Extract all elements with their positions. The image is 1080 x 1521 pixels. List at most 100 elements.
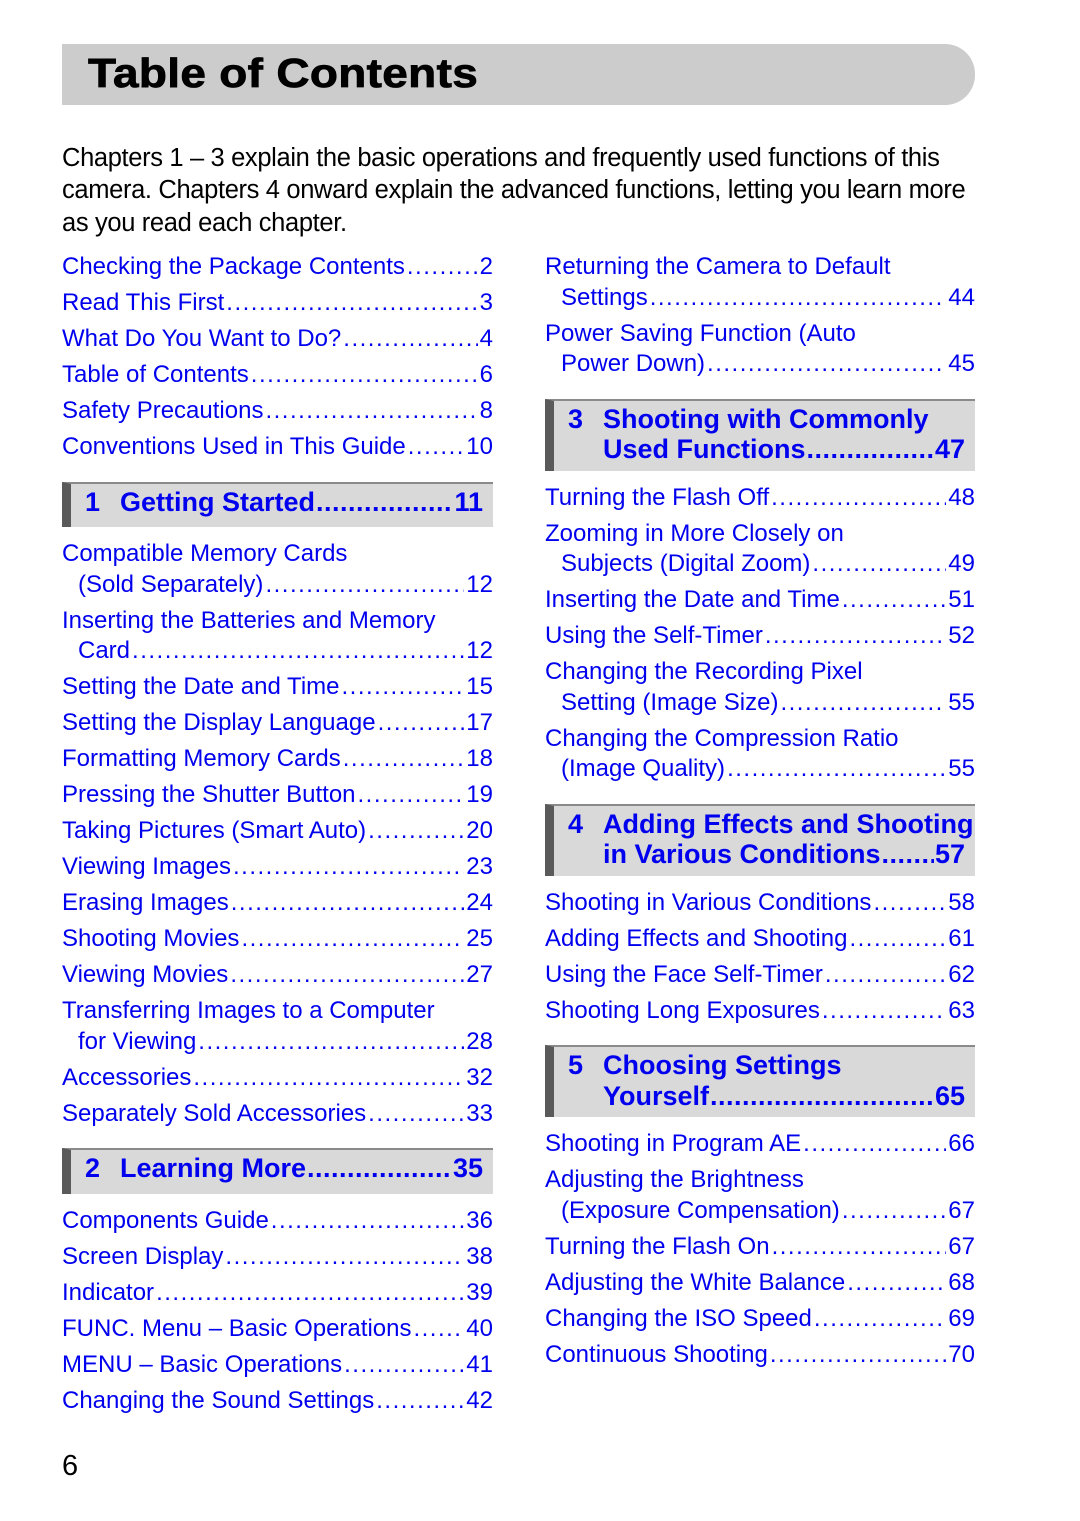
toc-entry-using-the-self-timer[interactable]: Using the Self-Timer 52 [545, 621, 975, 652]
toc-entry-shooting-long-exposures[interactable]: Shooting Long Exposures 63 [545, 996, 975, 1027]
toc-entry-menu-basic-operations[interactable]: MENU – Basic Operations 41 [62, 1350, 493, 1381]
toc-entry-changing-the-recording-pixel-setting-image-size[interactable]: Changing the Recording Pixel Setting (Ima… [545, 657, 975, 718]
toc-entry-shooting-in-program-ae[interactable]: Shooting in Program AE 66 [545, 1129, 975, 1160]
toc-entry-shooting-movies[interactable]: Shooting Movies 25 [62, 924, 493, 955]
toc-entry-inserting-the-batteries-and-memory-card[interactable]: Inserting the Batteries and Memory Card 12 [62, 606, 493, 667]
toc-entry-transferring-images-to-a-computer-for-viewing[interactable]: Transferring Images to a Computer for Vie… [62, 996, 493, 1057]
dot-leader [812, 549, 946, 580]
toc-entry-erasing-images[interactable]: Erasing Images 24 [62, 888, 493, 919]
toc-entry-safety-precautions[interactable]: Safety Precautions 8 [62, 396, 493, 427]
chapter-title: Used Functions [603, 434, 806, 464]
toc-entry-setting-the-display-language[interactable]: Setting the Display Language 17 [62, 708, 493, 739]
toc-entry-zooming-in-more-closely-on-subjects-digital-zoom[interactable]: Zooming in More Closely on Subjects (Digi… [545, 519, 975, 580]
toc-entry-line: Conventions Used in This Guide 10 [62, 432, 493, 463]
dot-leader [408, 432, 465, 463]
toc-entry-changing-the-compression-ratio-image-quality[interactable]: Changing the Compression Ratio (Image Qua… [545, 724, 975, 785]
toc-entry-read-this-first[interactable]: Read This First 3 [62, 288, 493, 319]
chapter-header-1[interactable]: 1 Getting Started 11 [62, 481, 493, 527]
dot-leader [343, 744, 465, 775]
toc-entry-line: Power Down) 45 [545, 349, 975, 380]
chapter-header-3[interactable]: 3 Shooting with CommonlyUsed Functions 47 [545, 398, 975, 471]
toc-entry-line: Changing the Compression Ratio [545, 724, 975, 755]
chapter-title: Yourself [603, 1080, 710, 1111]
toc-entry-using-the-face-self-timer[interactable]: Using the Face Self-Timer 62 [545, 960, 975, 991]
toc-entry-viewing-images[interactable]: Viewing Images 23 [62, 852, 493, 883]
toc-entry-title: Read This First [62, 289, 225, 316]
toc-entry-title: Shooting Movies [62, 925, 240, 952]
dot-leader [265, 570, 464, 601]
toc-page-number: 51 [948, 586, 975, 613]
toc-entry-separately-sold-accessories[interactable]: Separately Sold Accessories 33 [62, 1099, 493, 1130]
toc-entry-line: Turning the Flash On 67 [545, 1232, 975, 1263]
chapter-header-5[interactable]: 5 Choosing SettingsYourself 65 [545, 1045, 975, 1117]
toc-entry-screen-display[interactable]: Screen Display 38 [62, 1242, 493, 1273]
toc-entry-shooting-in-various-conditions[interactable]: Shooting in Various Conditions 58 [545, 888, 975, 919]
toc-entry-adjusting-the-brightness-exposure-compensation[interactable]: Adjusting the Brightness (Exposure Compen… [545, 1165, 975, 1226]
toc-entry-turning-the-flash-off[interactable]: Turning the Flash Off 48 [545, 483, 975, 514]
toc-entry-title: Shooting in Program AE [545, 1130, 802, 1157]
dot-leader [765, 621, 946, 652]
toc-entry-title: Screen Display [62, 1242, 224, 1270]
toc-entry-title: Setting the Display Language [62, 709, 376, 736]
toc-entry-title: Erasing Images [62, 889, 229, 916]
toc-entry-title: Changing the Compression Ratio [545, 724, 899, 752]
chapter-title-line: Learning More 35 [120, 1153, 483, 1184]
toc-page-number: 63 [948, 996, 975, 1024]
toc-entry-title: Subjects (Digital Zoom) [561, 550, 811, 577]
toc-entry-line: Separately Sold Accessories 33 [62, 1099, 493, 1130]
toc-entry-compatible-memory-cards-sold-separately[interactable]: Compatible Memory Cards (Sold Separately)… [62, 539, 493, 600]
toc-page-number: 52 [948, 622, 975, 649]
toc-entry-changing-the-sound-settings[interactable]: Changing the Sound Settings 42 [62, 1386, 493, 1417]
toc-entry-adding-effects-and-shooting[interactable]: Adding Effects and Shooting 61 [545, 924, 975, 955]
toc-entry-viewing-movies[interactable]: Viewing Movies 27 [62, 960, 493, 991]
toc-entry-title: Accessories [62, 1063, 192, 1091]
toc-entry-line: Returning the Camera to Default [545, 252, 975, 283]
toc-entry-adjusting-the-white-balance[interactable]: Adjusting the White Balance 68 [545, 1268, 975, 1299]
chapter-title-line: Getting Started 11 [120, 487, 483, 518]
toc-entry-line: Screen Display 38 [62, 1242, 493, 1273]
toc-entry-line: Inserting the Date and Time 51 [545, 585, 975, 616]
toc-entry-title: Turning the Flash On [545, 1232, 770, 1260]
dot-leader [225, 1242, 464, 1273]
toc-entry-title: Continuous Shooting [545, 1340, 768, 1368]
dot-leader [873, 888, 946, 919]
toc-entry-title: Shooting in Various Conditions [545, 888, 872, 916]
toc-entry-line: Setting the Date and Time 15 [62, 672, 493, 703]
toc-entry-title: Table of Contents [62, 361, 249, 388]
toc-entry-pressing-the-shutter-button[interactable]: Pressing the Shutter Button 19 [62, 780, 493, 811]
chapter-header-2[interactable]: 2 Learning More 35 [62, 1148, 493, 1194]
dot-leader [271, 1206, 465, 1237]
toc-entry-checking-the-package-contents[interactable]: Checking the Package Contents 2 [62, 252, 493, 283]
toc-entry-table-of-contents[interactable]: Table of Contents 6 [62, 360, 493, 391]
dot-leader [316, 487, 453, 518]
toc-entry-inserting-the-date-and-time[interactable]: Inserting the Date and Time 51 [545, 585, 975, 616]
toc-entry-formatting-memory-cards[interactable]: Formatting Memory Cards 18 [62, 744, 493, 775]
toc-entry-continuous-shooting[interactable]: Continuous Shooting 70 [545, 1340, 975, 1371]
toc-entry-line: Taking Pictures (Smart Auto) 20 [62, 816, 493, 847]
toc-entry-power-saving-function-auto-power-down[interactable]: Power Saving Function (Auto Power Down) 45 [545, 319, 975, 380]
dot-leader [825, 960, 946, 991]
toc-entry-line: Transferring Images to a Computer [62, 996, 493, 1027]
toc-entry-setting-the-date-and-time[interactable]: Setting the Date and Time 15 [62, 672, 493, 703]
toc-entry-line: Card 12 [62, 636, 493, 667]
toc-entry-conventions-used-in-this-guide[interactable]: Conventions Used in This Guide 10 [62, 432, 493, 463]
toc-entry-indicator[interactable]: Indicator 39 [62, 1278, 493, 1309]
dot-leader [233, 852, 464, 883]
toc-entry-changing-the-iso-speed[interactable]: Changing the ISO Speed 69 [545, 1304, 975, 1335]
toc-entry-title: Components Guide [62, 1206, 269, 1234]
toc-entry-line: Shooting in Program AE 66 [545, 1129, 975, 1160]
chapter-page-number: 35 [452, 1153, 483, 1183]
toc-entry-line: Adding Effects and Shooting 61 [545, 924, 975, 955]
toc-entry-func-menu-basic-operations[interactable]: FUNC. Menu – Basic Operations 40 [62, 1314, 493, 1345]
toc-entry-accessories[interactable]: Accessories 32 [62, 1063, 493, 1094]
chapter-header-4[interactable]: 4 Adding Effects and Shooting in Various C… [545, 803, 975, 876]
page-number: 6 [62, 1450, 79, 1482]
chapter-number: 5 [568, 1050, 584, 1080]
toc-entry-components-guide[interactable]: Components Guide 36 [62, 1206, 493, 1237]
toc-entry-returning-the-camera-to-default-settings[interactable]: Returning the Camera to Default Settings 4… [545, 252, 975, 313]
toc-entry-line: (Image Quality) 55 [545, 754, 975, 785]
chapter-title-line: Used Functions 47 [603, 434, 965, 465]
toc-entry-turning-the-flash-on[interactable]: Turning the Flash On 67 [545, 1232, 975, 1263]
toc-entry-what-do-you-want-to-do[interactable]: What Do You Want to Do? 4 [62, 324, 493, 355]
toc-entry-taking-pictures-smart-auto[interactable]: Taking Pictures (Smart Auto) 20 [62, 816, 493, 847]
